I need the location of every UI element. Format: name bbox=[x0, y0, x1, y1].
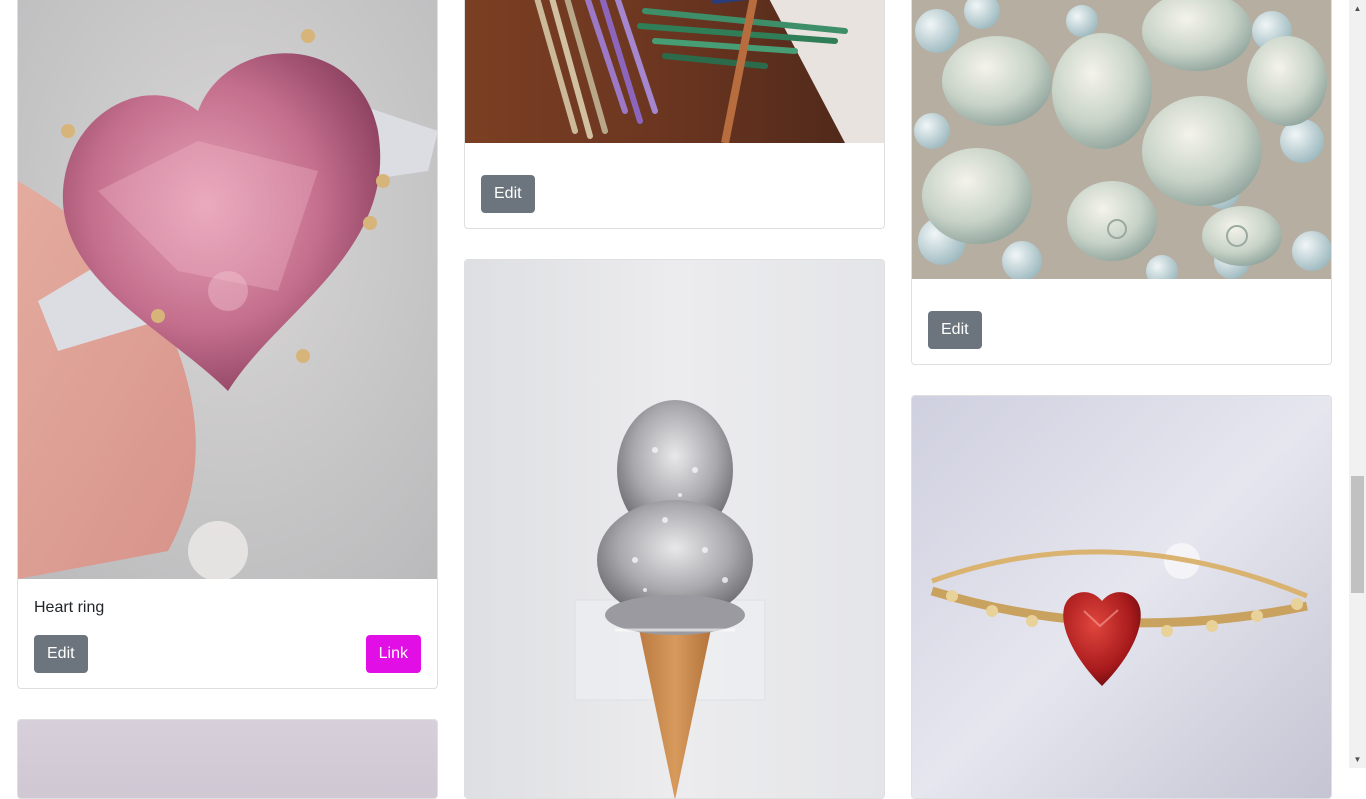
card-partial-bottom bbox=[17, 719, 438, 799]
card-title: Heart ring bbox=[34, 599, 105, 616]
scroll-up-arrow-icon[interactable]: ▲ bbox=[1349, 0, 1366, 17]
heart-ring-image bbox=[18, 0, 437, 579]
scrollbar-thumb[interactable] bbox=[1351, 476, 1364, 593]
vertical-scrollbar[interactable]: ▲ ▼ bbox=[1349, 0, 1366, 768]
partial-image bbox=[18, 720, 437, 798]
ice-cream-image bbox=[465, 260, 884, 798]
card-glitter-brushes: Edit bbox=[464, 0, 885, 229]
card-sea-shells: Edit bbox=[911, 0, 1332, 365]
card-heart-ring: Heart ring Edit Link bbox=[17, 0, 438, 689]
edit-button[interactable]: Edit bbox=[928, 311, 982, 349]
card-glitter-ice-cream bbox=[464, 259, 885, 799]
scroll-down-arrow-icon[interactable]: ▼ bbox=[1349, 751, 1366, 768]
edit-button[interactable]: Edit bbox=[481, 175, 535, 213]
red-heart-ring-image bbox=[912, 396, 1331, 798]
card-red-heart-ring bbox=[911, 395, 1332, 799]
edit-button[interactable]: Edit bbox=[34, 635, 88, 673]
link-button[interactable]: Link bbox=[365, 635, 421, 673]
glitter-brushes-image bbox=[465, 0, 884, 143]
sea-shells-image bbox=[912, 0, 1331, 279]
